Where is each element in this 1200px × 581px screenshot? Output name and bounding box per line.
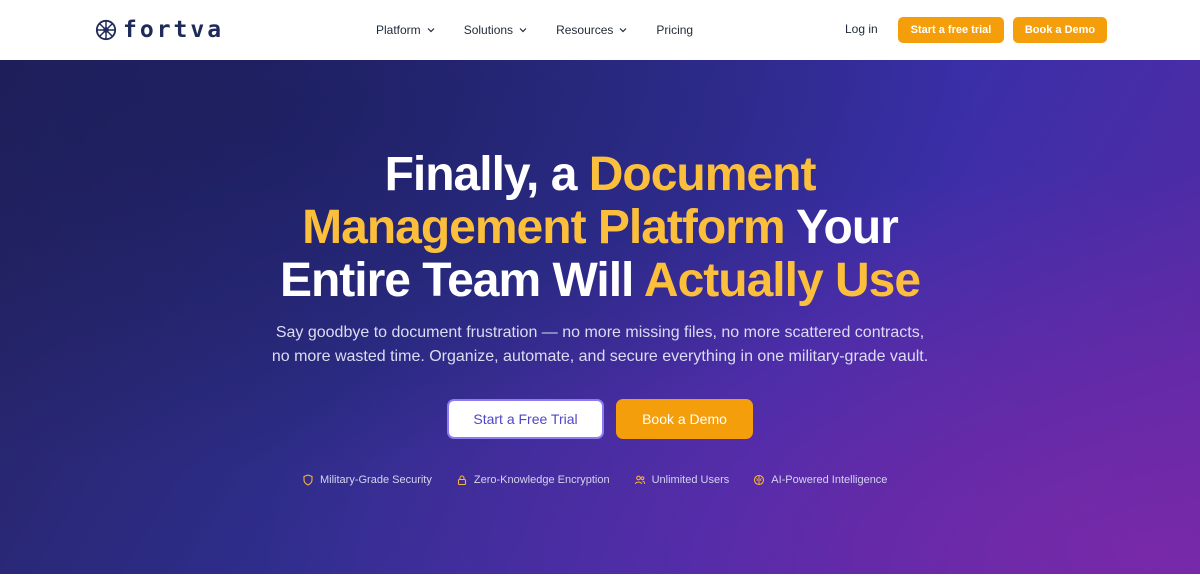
nav-item-resources[interactable]: Resources [556, 22, 628, 38]
hero-book-demo-button[interactable]: Book a Demo [616, 399, 753, 439]
feature-item: Unlimited Users [634, 474, 730, 486]
nav-item-pricing[interactable]: Pricing [656, 22, 693, 38]
headline-text: Your [784, 201, 899, 254]
headline-accent: Document [588, 148, 817, 201]
hero-section: Finally, a Document Management Platform … [0, 60, 1200, 574]
feature-label: Zero-Knowledge Encryption [473, 474, 610, 486]
feature-label: Unlimited Users [651, 474, 730, 486]
headline-accent: Actually Use [643, 254, 921, 307]
nav-item-label: Resources [556, 23, 614, 37]
start-free-trial-button[interactable]: Start a free trial [898, 17, 1004, 43]
chevron-down-icon [427, 28, 435, 33]
headline-text: Entire Team Will [279, 254, 644, 307]
hero-subtitle: Say goodbye to document frustration — no… [200, 321, 1000, 369]
logo-icon [95, 19, 117, 41]
feature-label: AI-Powered Intelligence [771, 474, 888, 486]
nav-item-label: Solutions [463, 23, 514, 37]
feature-label: Military-Grade Security [320, 474, 432, 486]
lock-icon [457, 475, 466, 486]
shield-icon [303, 474, 313, 486]
headline-accent: Management Platform [302, 201, 785, 254]
nav-item-label: Platform [376, 23, 421, 37]
nav-item-solutions[interactable]: Solutions [464, 22, 528, 38]
brain-icon [754, 474, 765, 486]
nav-item-platform[interactable]: Platform [376, 22, 436, 38]
subtitle-line: no more wasted time. Organize, automate,… [271, 348, 929, 365]
subtitle-line: Say goodbye to document frustration — no… [275, 324, 925, 341]
chevron-down-icon [519, 28, 527, 33]
login-link[interactable]: Log in [845, 22, 878, 36]
feature-list: Military-Grade Security Zero-Knowledge E… [302, 474, 887, 486]
hero-start-trial-button[interactable]: Start a Free Trial [447, 399, 604, 439]
feature-item: AI-Powered Intelligence [753, 474, 887, 486]
book-demo-button[interactable]: Book a Demo [1013, 17, 1107, 43]
main-nav: Platform Solutions Resources Pricing [376, 22, 693, 38]
users-icon [634, 475, 645, 485]
page-bottom-strip [0, 574, 1200, 581]
hero-headline: Finally, a Document Management Platform … [150, 148, 1050, 307]
feature-item: Military-Grade Security [302, 474, 432, 486]
chevron-down-icon [619, 28, 627, 33]
nav-item-label: Pricing [656, 23, 694, 37]
logo[interactable]: fortva [95, 17, 224, 43]
site-header: fortva Platform Solutions Resources Pric… [0, 0, 1200, 60]
headline-text: Finally, a [384, 148, 589, 201]
feature-item: Zero-Knowledge Encryption [456, 474, 610, 486]
logo-text: fortva [123, 17, 225, 43]
